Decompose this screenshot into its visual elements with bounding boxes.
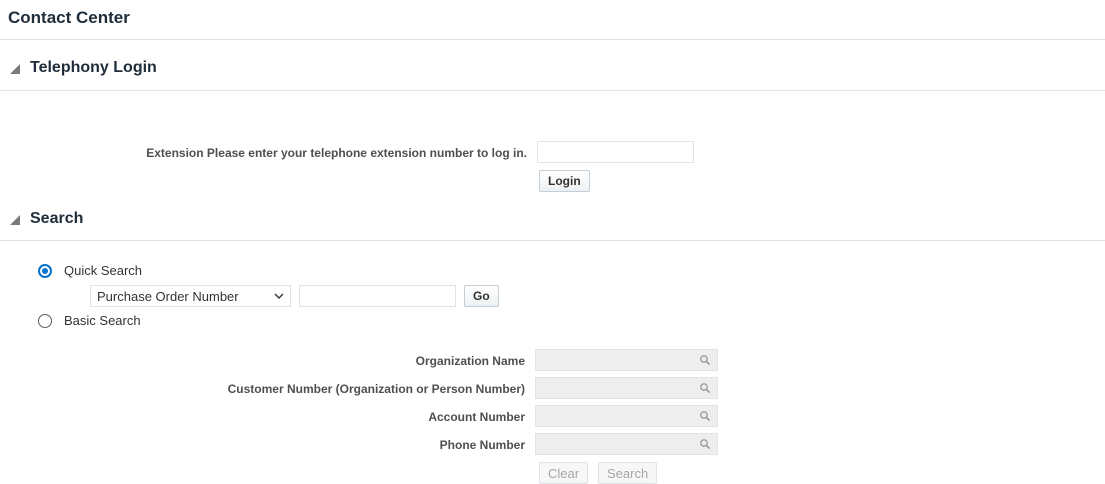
go-button[interactable]: Go — [464, 285, 499, 307]
quick-search-input[interactable] — [299, 285, 456, 307]
basic-search-radio[interactable]: Basic Search — [38, 313, 141, 328]
search-icon — [700, 439, 711, 450]
chevron-down-icon — [274, 293, 284, 299]
quick-search-field-value: Purchase Order Number — [97, 288, 239, 304]
quick-search-field-select[interactable]: Purchase Order Number — [90, 285, 291, 307]
search-icon — [700, 411, 711, 422]
title-divider — [0, 39, 1105, 40]
customer-number-field — [535, 377, 718, 399]
search-divider — [0, 240, 1105, 241]
search-icon — [700, 355, 711, 366]
search-button[interactable]: Search — [598, 462, 658, 484]
login-button[interactable]: Login — [539, 170, 590, 192]
account-number-field — [535, 405, 718, 427]
phone-number-label: Phone Number — [439, 438, 525, 452]
search-icon — [700, 383, 711, 394]
telephony-section-header[interactable]: Telephony Login — [8, 59, 157, 77]
quick-search-radio[interactable]: Quick Search — [38, 263, 142, 278]
expanded-triangle-icon — [10, 64, 20, 74]
quick-search-label: Quick Search — [64, 263, 143, 278]
phone-number-field — [535, 433, 718, 455]
telephony-divider — [0, 90, 1105, 91]
basic-search-label: Basic Search — [64, 313, 141, 328]
telephony-section-title: Telephony Login — [30, 59, 157, 76]
expanded-triangle-icon — [10, 215, 20, 225]
organization-name-field — [535, 349, 718, 371]
radio-unselected-icon[interactable] — [38, 313, 52, 328]
clear-button[interactable]: Clear — [539, 462, 589, 484]
radio-selected-icon[interactable] — [38, 263, 52, 278]
customer-number-label: Customer Number (Organization or Person … — [227, 382, 525, 396]
search-section-title: Search — [30, 210, 84, 227]
organization-name-label: Organization Name — [415, 354, 525, 368]
extension-input[interactable] — [537, 141, 694, 163]
account-number-label: Account Number — [428, 410, 525, 424]
extension-label: Extension Please enter your telephone ex… — [146, 146, 527, 160]
search-section-header[interactable]: Search — [8, 210, 83, 228]
page-title: Contact Center — [8, 8, 130, 27]
